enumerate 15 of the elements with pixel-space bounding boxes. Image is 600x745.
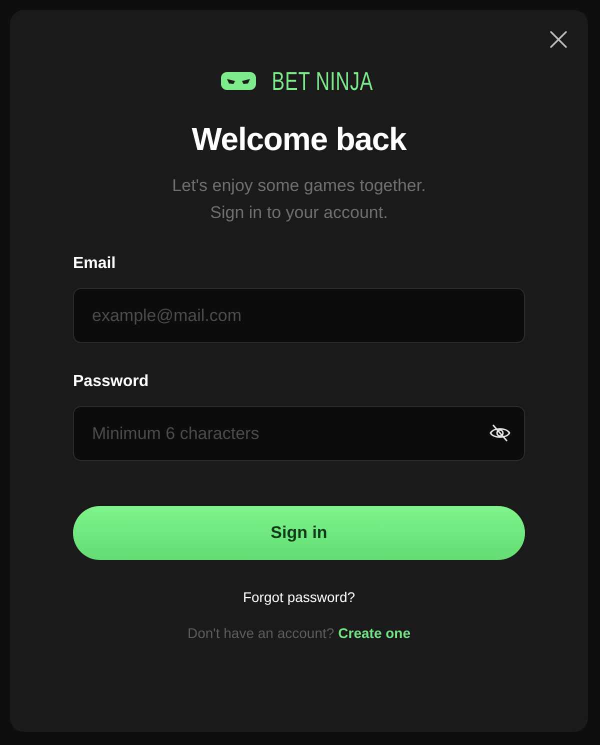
eye-slash-icon[interactable] [489, 424, 511, 442]
password-field[interactable]: Minimum 6 characters [73, 406, 525, 461]
mask-icon [220, 72, 256, 90]
forgot-password-link[interactable]: Forgot password? [242, 587, 356, 607]
email-field[interactable]: example@mail.com [73, 288, 525, 343]
create-account-link[interactable]: Create one [338, 623, 411, 643]
subtitle-line: Let's enjoy some games together. [172, 175, 426, 197]
subtitle-line: Sign in to your account. [210, 202, 388, 224]
field-label: Password [73, 372, 149, 392]
close-icon[interactable] [550, 31, 567, 48]
sign-in-button[interactable]: Sign in [73, 506, 525, 560]
signup-prompt: Don't have an account? [187, 624, 334, 643]
welcome-heading: Welcome back [192, 120, 406, 158]
brand-name: BET NINJA [271, 69, 373, 93]
field-label: Email [73, 254, 116, 274]
